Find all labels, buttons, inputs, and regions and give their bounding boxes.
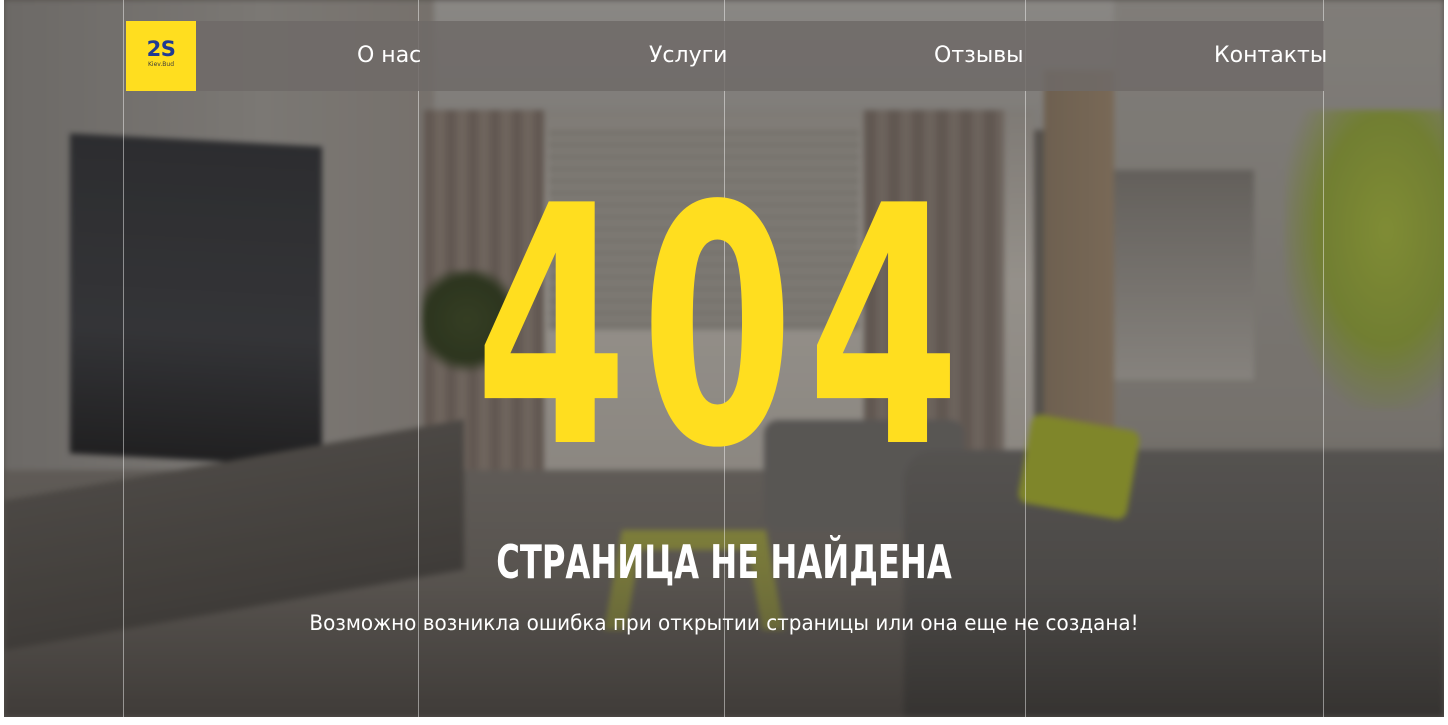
nav-item-about[interactable]: О нас bbox=[357, 21, 421, 91]
logo-mark: 2S bbox=[146, 37, 176, 61]
site-header: 2S Kiev.Bud О нас Услуги Отзывы Контакты bbox=[126, 21, 1327, 91]
error-title: СТРАНИЦА НЕ НАЙДЕНА bbox=[496, 535, 952, 589]
error-code: 404 bbox=[474, 136, 974, 520]
page-frame: 2S Kiev.Bud О нас Услуги Отзывы Контакты… bbox=[4, 0, 1444, 717]
error-message: Возможно возникла ошибка при открытии ст… bbox=[309, 611, 1139, 635]
site-logo[interactable]: 2S Kiev.Bud bbox=[126, 21, 196, 91]
logo-subtitle: Kiev.Bud bbox=[147, 61, 174, 68]
nav-item-services[interactable]: Услуги bbox=[649, 21, 727, 91]
nav-item-contacts[interactable]: Контакты bbox=[1214, 21, 1327, 91]
nav-item-reviews[interactable]: Отзывы bbox=[934, 21, 1024, 91]
